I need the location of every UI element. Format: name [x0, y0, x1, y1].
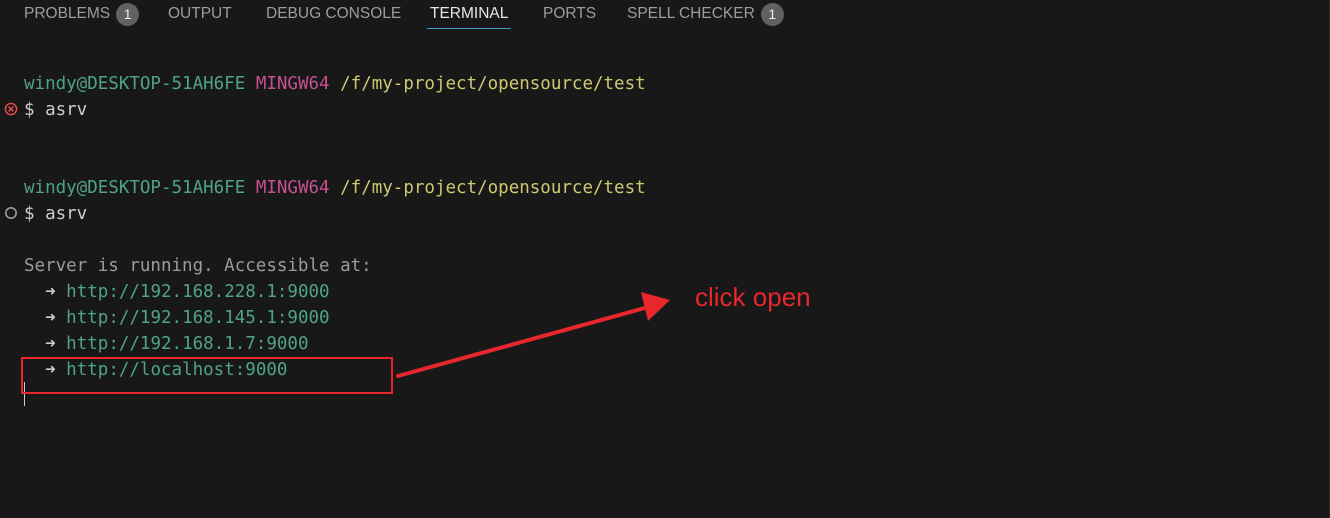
- url-line: ➜ http://192.168.1.7:9000: [24, 331, 308, 357]
- command-line: $ asrv: [24, 201, 87, 227]
- tab-label: TERMINAL: [430, 5, 509, 22]
- command-running-icon[interactable]: [4, 206, 18, 220]
- tab-label: PROBLEMS: [24, 5, 111, 22]
- command-text: asrv: [45, 100, 88, 120]
- working-directory: /f/my-project/opensource/test: [340, 74, 646, 94]
- user-host: windy@DESKTOP-51AH6FE: [24, 74, 246, 94]
- msystem: MINGW64: [255, 74, 330, 94]
- working-directory: /f/my-project/opensource/test: [340, 178, 646, 198]
- problems-count-badge: 1: [116, 2, 140, 26]
- prompt-line: windy@DESKTOP-51AH6FE MINGW64 /f/my-proj…: [24, 71, 646, 97]
- url-line: ➜ http://192.168.145.1:9000: [24, 305, 330, 331]
- tab-terminal[interactable]: TERMINAL: [427, 0, 512, 29]
- server-status-message: Server is running. Accessible at:: [24, 256, 372, 276]
- prompt-symbol: $: [24, 204, 46, 224]
- url-link[interactable]: http://192.168.145.1:9000: [66, 308, 329, 328]
- command-text: asrv: [45, 204, 88, 224]
- tab-label: PORTS: [543, 5, 597, 22]
- user-host: windy@DESKTOP-51AH6FE: [24, 178, 246, 198]
- arrow-icon: ➜: [45, 308, 56, 328]
- spell-checker-count-badge: 1: [760, 2, 784, 26]
- url-link[interactable]: http://192.168.1.7:9000: [66, 334, 308, 354]
- terminal-panel[interactable]: PROBLEMS 1 OUTPUT DEBUG CONSOLE TERMINAL…: [0, 0, 1329, 518]
- annotation-highlight-box: [21, 357, 393, 394]
- tab-debug-console[interactable]: DEBUG CONSOLE: [266, 0, 401, 28]
- tab-output[interactable]: OUTPUT: [168, 0, 232, 28]
- arrow-icon: ➜: [45, 334, 56, 354]
- panel-tab-bar: PROBLEMS 1 OUTPUT DEBUG CONSOLE TERMINAL…: [0, 0, 1330, 32]
- command-error-icon[interactable]: [4, 102, 18, 116]
- msystem: MINGW64: [255, 178, 330, 198]
- tab-label: SPELL CHECKER: [627, 5, 755, 22]
- url-link[interactable]: http://192.168.228.1:9000: [66, 282, 329, 302]
- active-tab-indicator: [427, 28, 512, 29]
- url-line: ➜ http://192.168.228.1:9000: [24, 279, 330, 305]
- arrow-icon: ➜: [45, 282, 56, 302]
- annotation-label: click open: [695, 282, 811, 312]
- prompt-symbol: $: [24, 100, 46, 120]
- command-line: $ asrv: [24, 97, 87, 123]
- tab-label: DEBUG CONSOLE: [266, 5, 402, 22]
- tab-problems[interactable]: PROBLEMS 1: [24, 0, 140, 28]
- prompt-line: windy@DESKTOP-51AH6FE MINGW64 /f/my-proj…: [24, 175, 646, 201]
- tab-ports[interactable]: PORTS: [543, 0, 596, 28]
- tab-spell-checker[interactable]: SPELL CHECKER 1: [627, 0, 784, 28]
- tab-label: OUTPUT: [168, 5, 232, 22]
